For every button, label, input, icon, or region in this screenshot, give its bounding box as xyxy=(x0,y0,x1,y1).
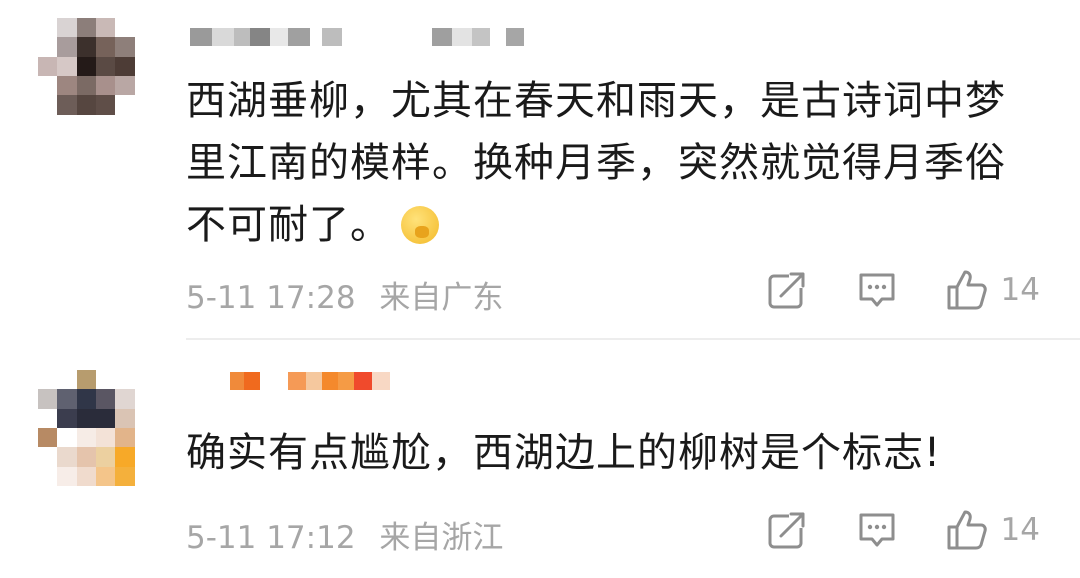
comment-button[interactable] xyxy=(855,268,899,312)
share-button[interactable] xyxy=(765,268,809,312)
comment-location: 来自广东 xyxy=(379,280,504,316)
avatar[interactable] xyxy=(38,370,154,486)
shushing-face-emoji xyxy=(401,206,439,244)
avatar[interactable] xyxy=(38,18,154,134)
like-icon xyxy=(947,510,987,550)
comment-text-content: 确实有点尴尬，西湖边上的柳树是个标志! xyxy=(186,430,942,476)
comment-icon xyxy=(859,273,895,307)
username-pixelated[interactable] xyxy=(190,22,524,52)
like-count: 14 xyxy=(1000,512,1040,548)
comment-actions: 14 xyxy=(719,268,1040,312)
comment-item: 西湖垂柳，尤其在春天和雨天，是古诗词中梦里江南的模样。换种月季，突然就觉得月季俗… xyxy=(0,0,1080,340)
comment-text: 确实有点尴尬，西湖边上的柳树是个标志! xyxy=(186,422,1026,484)
like-button[interactable]: 14 xyxy=(945,268,1040,312)
comment-meta: 5-11 17:12 来自浙江 xyxy=(186,512,503,557)
like-button[interactable]: 14 xyxy=(945,508,1040,552)
comment-location: 来自浙江 xyxy=(379,520,504,556)
share-button[interactable] xyxy=(765,508,809,552)
share-icon xyxy=(768,270,809,309)
username-pixelated[interactable] xyxy=(190,366,390,396)
like-count: 14 xyxy=(1000,272,1040,308)
comment-text-content: 西湖垂柳，尤其在春天和雨天，是古诗词中梦里江南的模样。换种月季，突然就觉得月季俗… xyxy=(186,78,1006,248)
comment-actions: 14 xyxy=(719,508,1040,552)
comment-time: 5-11 17:28 xyxy=(186,280,356,316)
comment-time: 5-11 17:12 xyxy=(186,520,356,556)
comment-icon xyxy=(859,513,895,547)
comment-button[interactable] xyxy=(855,508,899,552)
share-icon xyxy=(768,510,809,549)
comment-text: 西湖垂柳，尤其在春天和雨天，是古诗词中梦里江南的模样。换种月季，突然就觉得月季俗… xyxy=(186,70,1026,256)
comment-meta: 5-11 17:28 来自广东 xyxy=(186,272,503,317)
comment-item: 确实有点尴尬，西湖边上的柳树是个标志! 5-11 17:12 来自浙江 14 xyxy=(0,340,1080,578)
like-icon xyxy=(947,270,987,310)
